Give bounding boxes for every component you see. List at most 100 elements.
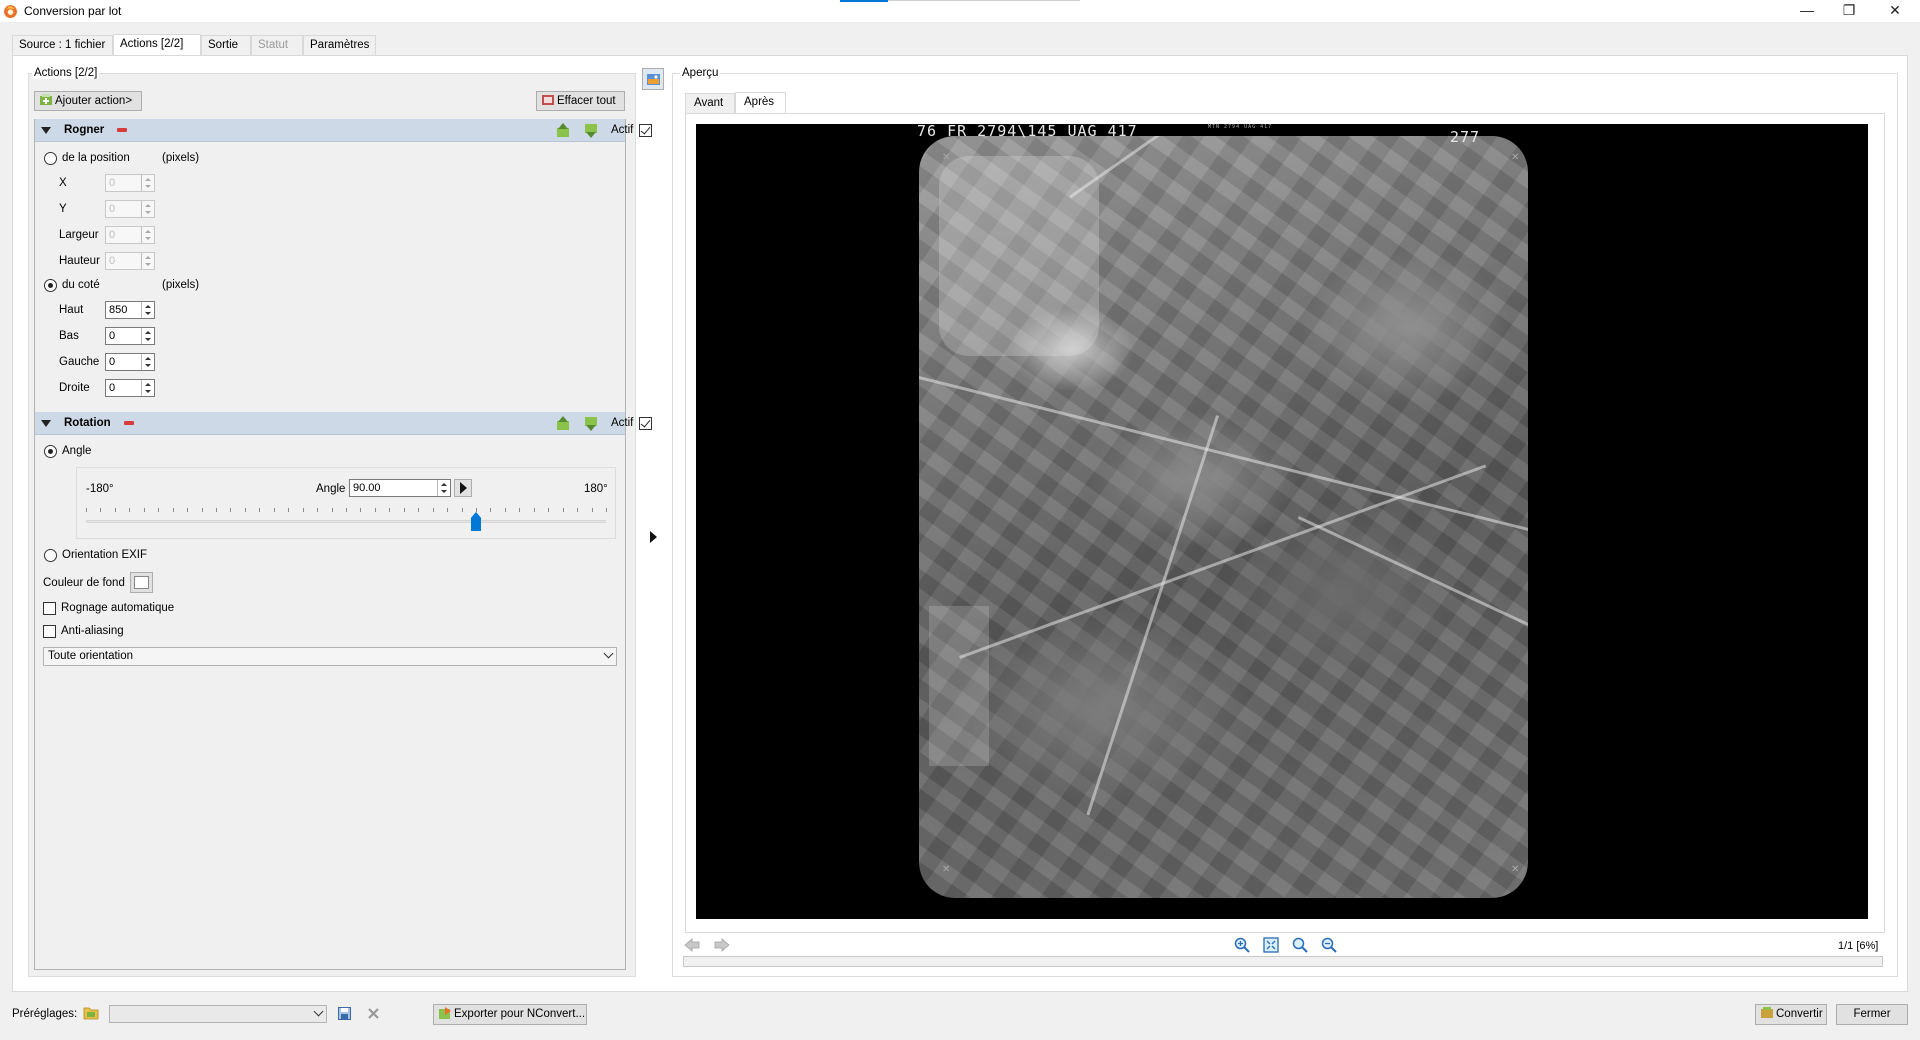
rotation-actif-checkbox[interactable] bbox=[639, 417, 652, 430]
slider-tick bbox=[592, 508, 593, 512]
rogner-actif-checkbox[interactable] bbox=[639, 124, 652, 137]
folder-icon[interactable] bbox=[83, 1006, 99, 1020]
rogner-actif-label: Actif bbox=[611, 124, 634, 136]
angle-radio[interactable] bbox=[44, 445, 57, 458]
rotation-header[interactable]: Rotation Actif bbox=[35, 412, 652, 435]
clear-all-button[interactable]: Effacer tout bbox=[536, 91, 625, 111]
fiducial-mark: ✕ bbox=[1511, 152, 1520, 163]
slider-tick bbox=[274, 508, 275, 512]
move-down-icon[interactable] bbox=[583, 123, 599, 138]
field-height-value: 0 bbox=[109, 255, 116, 267]
convert-button[interactable]: Convertir bbox=[1755, 1004, 1827, 1025]
field-width-input[interactable]: 0 bbox=[105, 226, 155, 244]
tab-parametres-label: Paramètres bbox=[310, 39, 370, 51]
tab-apres[interactable]: Après bbox=[735, 92, 786, 113]
angle-input[interactable]: 90.00 bbox=[349, 479, 451, 497]
field-height-input[interactable]: 0 bbox=[105, 252, 155, 270]
clear-all-label: Effacer tout bbox=[557, 95, 616, 107]
tab-parametres[interactable]: Paramètres bbox=[303, 35, 376, 55]
collapse-triangle-icon[interactable] bbox=[41, 127, 51, 134]
convert-icon bbox=[1761, 1007, 1773, 1018]
angle-radio-label: Angle bbox=[62, 445, 92, 457]
field-bottom-input[interactable]: 0 bbox=[105, 327, 155, 345]
field-x-input[interactable]: 0 bbox=[105, 174, 155, 192]
presets-label: Préréglages: bbox=[12, 1008, 78, 1020]
field-right-input[interactable]: 0 bbox=[105, 379, 155, 397]
maximize-button[interactable]: ❐ bbox=[1826, 0, 1872, 22]
auto-crop-checkbox[interactable] bbox=[43, 602, 56, 615]
angle-slider-track[interactable] bbox=[86, 520, 606, 523]
from-side-radio[interactable] bbox=[44, 279, 57, 292]
slider-tick bbox=[389, 508, 390, 512]
slider-tick bbox=[360, 508, 361, 512]
slider-tick bbox=[187, 508, 188, 512]
prev-arrow-icon[interactable] bbox=[684, 938, 700, 952]
tab-statut[interactable]: Statut bbox=[251, 35, 303, 55]
preview-canvas[interactable]: 76 FR 2794\145 UAG 417 MTN 2794 UAG 417 … bbox=[696, 124, 1868, 919]
from-position-radio[interactable] bbox=[44, 152, 57, 165]
angle-slider-box bbox=[76, 467, 616, 539]
save-icon[interactable] bbox=[338, 1007, 351, 1020]
slider-tick bbox=[548, 508, 549, 512]
close-button[interactable]: Fermer bbox=[1836, 1004, 1908, 1025]
move-down-icon[interactable] bbox=[583, 416, 599, 431]
field-y-input[interactable]: 0 bbox=[105, 200, 155, 218]
next-arrow-icon[interactable] bbox=[714, 938, 730, 952]
slider-tick bbox=[245, 508, 246, 512]
minimize-button[interactable]: — bbox=[1784, 0, 1830, 22]
rogner-header[interactable]: Rogner Actif bbox=[35, 119, 652, 142]
move-up-icon[interactable] bbox=[555, 416, 571, 431]
aerial-photo bbox=[919, 136, 1528, 898]
tab-avant[interactable]: Avant bbox=[685, 93, 735, 113]
slider-tick bbox=[606, 508, 607, 512]
close-window-button[interactable]: ✕ bbox=[1872, 0, 1918, 22]
field-top-input[interactable]: 850 bbox=[105, 301, 155, 319]
field-bottom-value: 0 bbox=[109, 330, 116, 342]
angle-apply-button[interactable] bbox=[454, 479, 472, 497]
orientation-select[interactable]: Toute orientation bbox=[43, 647, 617, 666]
pixels-label-2: (pixels) bbox=[162, 279, 200, 291]
fit-icon[interactable] bbox=[1263, 937, 1279, 953]
slider-tick bbox=[202, 508, 203, 512]
move-up-icon[interactable] bbox=[555, 123, 571, 138]
field-left-input[interactable]: 0 bbox=[105, 353, 155, 371]
field-left-value: 0 bbox=[109, 356, 116, 368]
preview-scrollbar[interactable] bbox=[683, 956, 1883, 967]
exif-radio[interactable] bbox=[44, 549, 57, 562]
actions-panel bbox=[34, 119, 626, 970]
collapse-panel-arrow-icon[interactable] bbox=[650, 531, 657, 543]
tab-source[interactable]: Source : 1 fichier bbox=[12, 35, 113, 55]
tab-actions[interactable]: Actions [2/2] bbox=[113, 34, 201, 55]
zoom-in-icon[interactable] bbox=[1234, 937, 1250, 953]
clear-icon bbox=[542, 95, 554, 105]
field-width-value: 0 bbox=[109, 229, 116, 241]
antialias-checkbox[interactable] bbox=[43, 625, 56, 638]
zoom-icon[interactable] bbox=[1292, 937, 1308, 953]
field-top-label: Haut bbox=[59, 304, 84, 316]
fiducial-mark: ✕ bbox=[942, 152, 951, 163]
bg-color-button[interactable] bbox=[130, 572, 153, 593]
bg-color-label: Couleur de fond bbox=[43, 577, 125, 589]
remove-action-icon[interactable] bbox=[124, 421, 134, 425]
zoom-out-icon[interactable] bbox=[1321, 937, 1337, 953]
add-action-icon bbox=[40, 94, 52, 105]
slider-tick bbox=[433, 508, 434, 512]
remove-action-icon[interactable] bbox=[117, 128, 127, 132]
tab-sortie[interactable]: Sortie bbox=[201, 35, 251, 55]
preview-toggle-button[interactable] bbox=[642, 68, 664, 90]
slider-tick bbox=[505, 508, 506, 512]
slider-max-label: 180° bbox=[584, 483, 608, 495]
slider-tick bbox=[332, 508, 333, 512]
slider-min-label: -180° bbox=[86, 483, 114, 495]
play-icon bbox=[460, 482, 467, 494]
export-nconvert-button[interactable]: Exporter pour NConvert... bbox=[433, 1004, 587, 1025]
collapse-triangle-icon[interactable] bbox=[41, 420, 51, 427]
slider-tick bbox=[216, 508, 217, 512]
preview-toggle-icon bbox=[647, 74, 660, 85]
add-action-button[interactable]: Ajouter action> bbox=[34, 91, 142, 111]
presets-select[interactable] bbox=[109, 1005, 327, 1023]
angle-value: 90.00 bbox=[353, 482, 381, 494]
tab-apres-label: Après bbox=[744, 96, 775, 108]
delete-icon[interactable] bbox=[367, 1007, 380, 1020]
slider-tick bbox=[158, 508, 159, 512]
